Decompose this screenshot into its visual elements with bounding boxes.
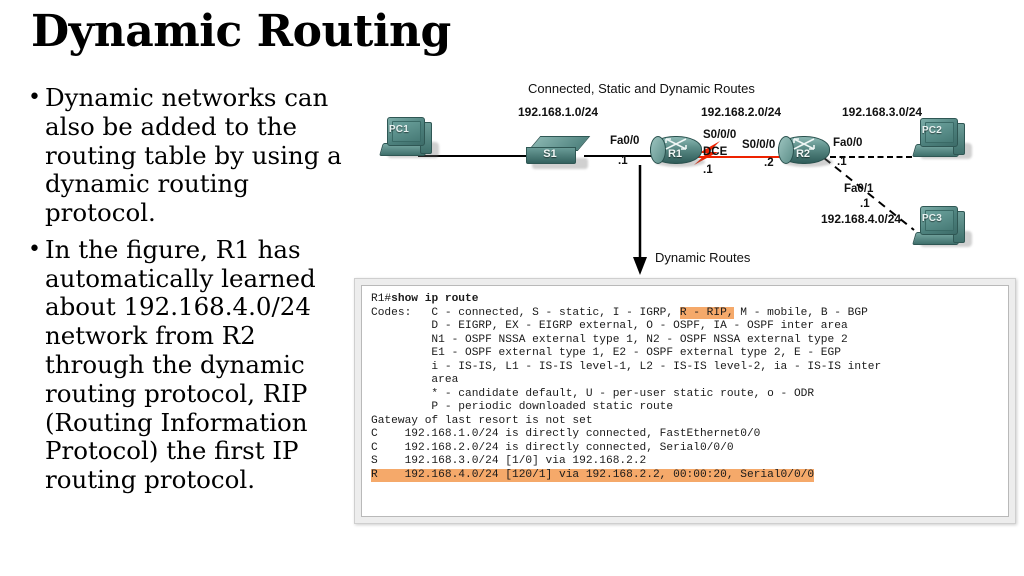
bullet-text-1: Dynamic networks can also be added to th…: [45, 83, 342, 228]
iface-ip-r2-fa00: .1: [837, 156, 847, 168]
terminal-text: R1#show ip route Codes: C - connected, S…: [371, 293, 882, 482]
terminal-output-panel: R1#show ip route Codes: C - connected, S…: [354, 278, 1016, 524]
device-pc2[interactable]: PC2: [912, 117, 972, 163]
network-label-192-168-2-0: 192.168.2.0/24: [701, 105, 782, 119]
bullet-list: • Dynamic networks can also be added to …: [28, 83, 358, 503]
iface-label-r1-s000: S0/0/0: [703, 129, 737, 141]
iface-label-r1-fa00: Fa0/0: [610, 135, 640, 147]
iface-label-r2-s000: S0/0/0: [742, 139, 776, 151]
network-label-192-168-1-0: 192.168.1.0/24: [518, 105, 599, 119]
device-label-r1: R1: [667, 148, 683, 160]
bullet-marker-icon: •: [28, 236, 41, 262]
device-label-pc3: PC3: [921, 213, 943, 224]
diagram-heading: Connected, Static and Dynamic Routes: [528, 81, 755, 96]
dynamic-routes-annotation: Dynamic Routes: [655, 250, 751, 265]
bullet-marker-icon: •: [28, 85, 41, 110]
network-diagram: Connected, Static and Dynamic Routes 192…: [360, 0, 1024, 280]
device-r2[interactable]: R2: [778, 134, 833, 168]
iface-ip-r1-s000: .1: [703, 164, 713, 176]
iface-ip-r1-fa00: .1: [618, 155, 628, 167]
iface-ip-r2-fa01: .1: [860, 198, 870, 210]
bullet-text-2: In the figure, R1 has automatically lear…: [45, 234, 316, 495]
terminal-inner-box[interactable]: R1#show ip route Codes: C - connected, S…: [361, 285, 1009, 517]
dynamic-routes-arrow-icon: [633, 165, 647, 275]
bullet-item-2: • In the figure, R1 has automatically le…: [28, 234, 358, 495]
bullet-item-1: • Dynamic networks can also be added to …: [28, 83, 358, 228]
device-label-s1: S1: [543, 148, 557, 160]
iface-label-r1-dce: DCE: [703, 146, 728, 158]
device-label-pc2: PC2: [921, 125, 943, 136]
device-label-pc1: PC1: [388, 124, 410, 135]
network-label-192-168-3-0: 192.168.3.0/24: [842, 105, 923, 119]
device-s1[interactable]: S1: [526, 136, 591, 170]
iface-label-r2-fa00: Fa0/0: [833, 137, 863, 149]
iface-ip-r2-s000: .2: [764, 157, 774, 169]
device-pc3[interactable]: PC3: [912, 205, 972, 251]
device-label-r2: R2: [795, 148, 811, 160]
iface-label-r2-fa01: Fa0/1: [844, 183, 874, 195]
device-r1[interactable]: R1: [650, 134, 705, 168]
device-pc1[interactable]: PC1: [379, 116, 439, 162]
